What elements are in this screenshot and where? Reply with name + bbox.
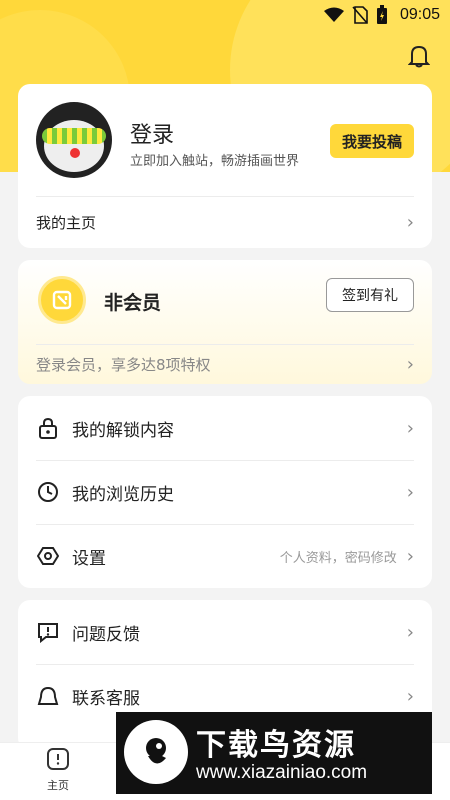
submit-artwork-button[interactable]: 我要投稿 <box>330 124 414 158</box>
menu-item-unlocked-content[interactable]: 我的解锁内容 › <box>36 396 414 460</box>
status-time: 09:05 <box>399 6 440 23</box>
membership-benefits-link[interactable]: 登录会员，享多达8项特权 › <box>36 345 414 384</box>
chevron-right-icon: › <box>406 417 414 439</box>
login-subtitle: 立即加入触站，畅游插画世界 <box>130 154 300 169</box>
profile-card: 登录 立即加入触站，畅游插画世界 我要投稿 我的主页 › <box>18 84 432 248</box>
daily-signin-button[interactable]: 签到有礼 <box>326 278 414 312</box>
membership-card: 非会员 签到有礼 登录会员，享多达8项特权 › <box>18 260 432 384</box>
battery-charging-icon <box>376 5 387 24</box>
chevron-right-icon: › <box>406 354 414 375</box>
customer-service-icon <box>36 684 60 708</box>
status-bar: 09:05 <box>0 0 450 30</box>
home-icon <box>47 748 69 770</box>
main-menu-card: 我的解锁内容 › 我的浏览历史 › 设置 个人资料，密码修改 › <box>18 396 432 588</box>
settings-hint: 个人资料，密码修改 <box>279 550 397 566</box>
menu-item-label: 联系客服 <box>72 688 140 709</box>
menu-item-label: 问题反馈 <box>72 624 140 645</box>
feedback-icon <box>36 620 60 644</box>
chevron-right-icon: › <box>406 621 414 643</box>
menu-item-history[interactable]: 我的浏览历史 › <box>36 460 414 524</box>
notification-button[interactable] <box>406 42 432 70</box>
settings-icon <box>36 544 60 568</box>
avatar[interactable] <box>36 102 112 178</box>
clock-icon <box>36 480 60 504</box>
vip-badge-icon <box>38 276 86 324</box>
chevron-right-icon: › <box>406 481 414 503</box>
bell-icon <box>408 45 430 68</box>
menu-item-label: 我的浏览历史 <box>72 484 174 505</box>
menu-item-label: 设置 <box>72 548 106 569</box>
menu-item-label: 我的解锁内容 <box>72 420 174 441</box>
wifi-icon <box>323 7 344 22</box>
login-title[interactable]: 登录 <box>130 117 174 149</box>
watermark-title: 下载鸟资源 <box>196 728 356 763</box>
menu-item-settings[interactable]: 设置 个人资料，密码修改 › <box>36 524 414 588</box>
my-homepage-link[interactable]: 我的主页 › <box>36 197 414 248</box>
chevron-right-icon: › <box>406 545 414 567</box>
nav-home-tab[interactable]: 主页 <box>38 747 78 793</box>
menu-item-feedback[interactable]: 问题反馈 › <box>36 600 414 664</box>
chevron-right-icon: › <box>406 685 414 707</box>
watermark-url: www.xiazainiao.com <box>196 762 368 783</box>
watermark-banner: 下载鸟资源 www.xiazainiao.com <box>116 712 432 794</box>
no-sim-icon <box>352 6 368 24</box>
my-homepage-label: 我的主页 <box>36 214 97 232</box>
bird-logo-icon <box>124 720 188 784</box>
nav-home-label: 主页 <box>47 779 69 792</box>
chevron-right-icon: › <box>406 212 414 233</box>
membership-status: 非会员 <box>104 292 162 314</box>
membership-benefits-label: 登录会员，享多达8项特权 <box>36 356 211 374</box>
lock-icon <box>36 416 60 440</box>
